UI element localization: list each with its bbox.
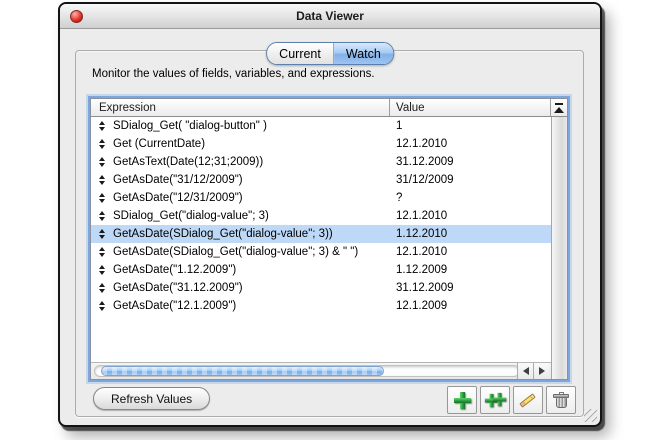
reorder-updown-icon [91, 301, 113, 311]
expression-toolbar [447, 386, 576, 414]
pencil-icon [518, 391, 538, 409]
table-row[interactable]: GetAsDate("31/12/2009") 31/12/2009 [91, 171, 551, 189]
tab-watch-label: Watch [345, 46, 381, 61]
value-cell: ? [396, 192, 403, 204]
view-tab-group: Current Watch [266, 42, 394, 65]
value-cell: 12.1.2010 [396, 138, 448, 150]
reorder-updown-icon [91, 247, 113, 257]
tab-current-label: Current [279, 46, 321, 61]
table-row[interactable]: GetAsDate("12.1.2009") 12.1.2009 [91, 297, 551, 315]
value-cell: 31/12/2009 [396, 174, 454, 186]
close-button[interactable] [70, 10, 83, 23]
table-row[interactable]: GetAsDate("31.12.2009") 31.12.2009 [91, 279, 551, 297]
expression-cell: GetAsDate("12/31/2009") [113, 192, 243, 204]
expression-cell: SDialog_Get("dialog-value"; 3) [113, 210, 269, 222]
table-row[interactable]: SDialog_Get( "dialog-button" ) 1 [91, 117, 551, 135]
horizontal-scrollbar-track[interactable] [94, 365, 520, 377]
delete-expression-button[interactable] [546, 386, 576, 414]
horizontal-scrollbar [91, 362, 551, 379]
double-plus-icon [484, 391, 506, 409]
value-cell: 12.1.2010 [396, 210, 448, 222]
add-expression-button[interactable] [447, 386, 477, 414]
sort-triangle-icon [554, 102, 564, 113]
table-body: SDialog_Get( "dialog-button" ) 1 Get (Curr… [91, 117, 551, 362]
table-row[interactable]: GetAsDate("1.12.2009") 1.12.2009 [91, 261, 551, 279]
expression-cell: GetAsDate("12.1.2009") [113, 300, 237, 312]
vertical-scrollbar[interactable] [551, 117, 567, 379]
window-title: Data Viewer [296, 9, 364, 23]
expression-cell: SDialog_Get( "dialog-button" ) [113, 120, 267, 132]
table-row[interactable]: GetAsDate(SDialog_Get("dialog-value"; 3)… [91, 225, 551, 243]
scroll-arrow-group [517, 363, 549, 379]
expression-cell: GetAsDate("1.12.2009") [113, 264, 237, 276]
value-cell: 1.12.2010 [396, 228, 448, 240]
table-row[interactable]: SDialog_Get("dialog-value"; 3) 12.1.2010 [91, 207, 551, 225]
plus-icon [453, 391, 471, 409]
trash-icon [553, 392, 569, 408]
value-cell: 1 [396, 120, 403, 132]
edit-expression-button[interactable] [513, 386, 543, 414]
refresh-values-button[interactable]: Refresh Values [93, 387, 211, 410]
titlebar: Data Viewer [60, 4, 600, 29]
expression-cell: GetAsDate("31/12/2009") [113, 174, 243, 186]
reorder-updown-icon [91, 121, 113, 131]
value-cell: 1.12.2009 [396, 264, 448, 276]
resize-grip[interactable] [584, 409, 597, 422]
arrow-left-icon [522, 367, 529, 375]
reorder-updown-icon [91, 265, 113, 275]
arrow-right-icon [538, 367, 545, 375]
scroll-right-button[interactable] [533, 363, 549, 379]
table-row[interactable]: GetAsDate("12/31/2009")? [91, 189, 551, 207]
tab-watch[interactable]: Watch [333, 43, 393, 64]
expression-cell: Get (CurrentDate) [113, 138, 206, 150]
value-cell: 31.12.2009 [396, 282, 454, 294]
value-cell: 31.12.2009 [396, 156, 454, 168]
reorder-updown-icon [91, 157, 113, 167]
scroll-left-button[interactable] [517, 363, 533, 379]
table-row[interactable]: GetAsDate(SDialog_Get("dialog-value"; 3)… [91, 243, 551, 261]
expression-cell: GetAsDate(SDialog_Get("dialog-value"; 3)… [113, 246, 359, 258]
value-cell: 12.1.2009 [396, 300, 448, 312]
value-cell: 12.1.2010 [396, 246, 448, 258]
reorder-updown-icon [91, 283, 113, 293]
reorder-updown-icon [91, 175, 113, 185]
header-corner[interactable] [551, 99, 567, 116]
table-header: Expression Value [91, 99, 567, 117]
data-viewer-window: Data Viewer Current Watch Monitor the va… [58, 2, 602, 427]
expression-cell: GetAsText(Date(12;31;2009)) [113, 156, 264, 168]
panel-description: Monitor the values of fields, variables,… [92, 68, 375, 80]
reorder-updown-icon [91, 193, 113, 203]
expressions-table: Expression Value SDialog_Get( "dialog-bu… [90, 98, 568, 380]
table-row[interactable]: GetAsText(Date(12;31;2009)) 31.12.2009 [91, 153, 551, 171]
horizontal-scrollbar-thumb[interactable] [101, 366, 384, 376]
expression-cell: GetAsDate("31.12.2009") [113, 282, 243, 294]
column-header-expression[interactable]: Expression [91, 99, 390, 116]
expression-cell: GetAsDate(SDialog_Get("dialog-value"; 3)… [113, 228, 333, 240]
table-row[interactable]: Get (CurrentDate) 12.1.2010 [91, 135, 551, 153]
add-multiple-expressions-button[interactable] [480, 386, 510, 414]
tab-current[interactable]: Current [267, 43, 334, 64]
reorder-updown-icon [91, 211, 113, 221]
column-header-value[interactable]: Value [390, 99, 551, 116]
reorder-updown-icon [91, 139, 113, 149]
reorder-updown-icon [91, 229, 113, 239]
